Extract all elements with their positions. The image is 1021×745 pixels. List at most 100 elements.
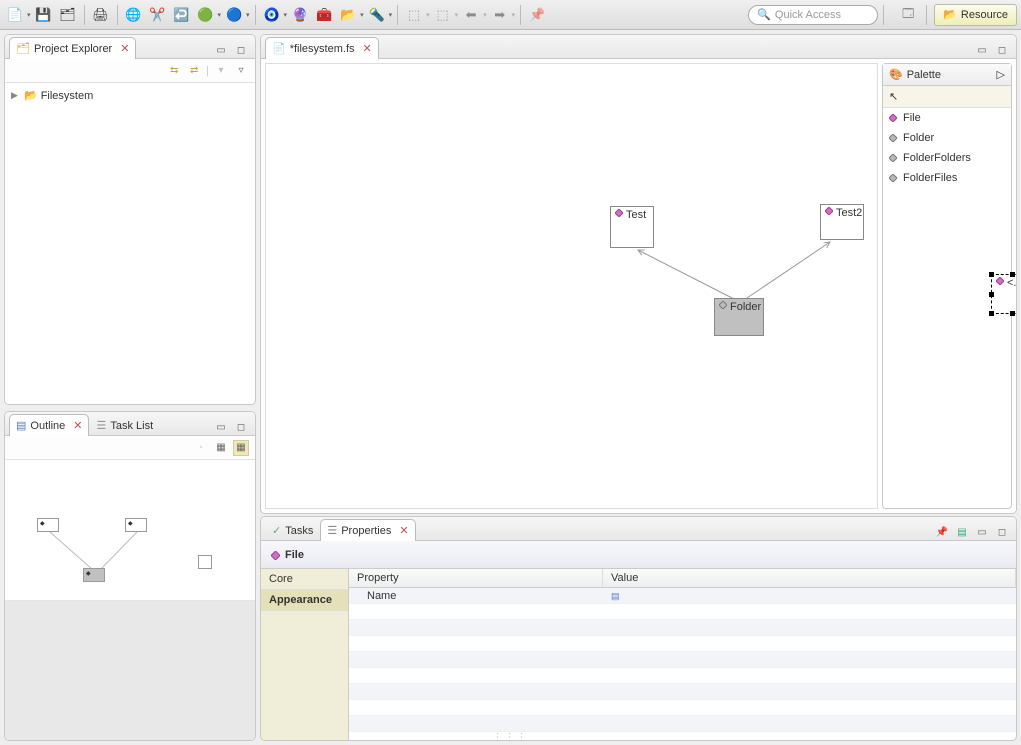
minimize-button[interactable]: ▭ — [974, 524, 990, 540]
cut-button[interactable]: ✂️ — [147, 4, 169, 26]
filter-button[interactable]: ▾ — [213, 63, 229, 79]
diagram-node-test2[interactable]: Test2 — [820, 204, 864, 240]
pin-button[interactable]: 📌 — [526, 4, 548, 26]
outline-btn2[interactable]: ▦ — [213, 440, 229, 456]
view-menu-button[interactable]: ▿ — [233, 63, 249, 79]
diamond-icon — [719, 301, 727, 309]
run-button[interactable]: 🟢 — [195, 4, 217, 26]
properties-cat-appearance[interactable]: Appearance — [261, 590, 348, 611]
maximize-button[interactable]: ◻ — [233, 419, 249, 435]
palette-item-folderfolders[interactable]: FolderFolders — [883, 148, 1011, 168]
palette-item-folder[interactable]: Folder — [883, 128, 1011, 148]
diagram-canvas[interactable]: Test Test2 Folder <...> — [265, 63, 878, 509]
maximize-button[interactable]: ◻ — [994, 524, 1010, 540]
properties-row[interactable]: Name ▤ — [349, 588, 1016, 604]
project-explorer-tab[interactable]: 🗂 Project Explorer ✕ — [9, 37, 136, 59]
outline-node[interactable]: ◆ — [125, 518, 147, 532]
palette-select-tool[interactable]: ↖ — [883, 86, 1011, 108]
categories-button[interactable]: ▤ — [954, 524, 970, 540]
tool3-button[interactable]: 🧰 — [313, 4, 335, 26]
quick-access-input[interactable]: 🔍 Quick Access — [748, 5, 878, 25]
dropdown-icon[interactable]: ▾ — [426, 11, 430, 19]
dropdown-icon[interactable]: ▾ — [389, 11, 393, 19]
folder-icon: 📂 — [943, 8, 957, 21]
close-icon[interactable]: ✕ — [363, 42, 372, 55]
properties-icon: ☰ — [327, 524, 337, 537]
properties-tab[interactable]: ☰ Properties ✕ — [320, 519, 415, 541]
dropdown-icon[interactable]: ▾ — [512, 11, 516, 19]
editor-tab[interactable]: 📄 *filesystem.fs ✕ — [265, 37, 379, 59]
properties-categories: Core Appearance — [261, 569, 349, 740]
tool2-button[interactable]: 🔮 — [289, 4, 311, 26]
open-button[interactable]: 📂 — [337, 4, 359, 26]
outline-tab[interactable]: ▤ Outline ✕ — [9, 414, 89, 436]
dropdown-icon[interactable]: ▾ — [360, 11, 364, 19]
outline-node[interactable] — [198, 555, 212, 569]
tool-button[interactable]: 🧿 — [261, 4, 283, 26]
minimize-button[interactable]: ▭ — [213, 42, 229, 58]
close-icon[interactable]: ✕ — [73, 419, 82, 432]
properties-header-title: File — [285, 549, 304, 561]
property-name: Name — [349, 588, 603, 603]
minimize-button[interactable]: ▭ — [213, 419, 229, 435]
outline-node[interactable]: ◆ — [83, 568, 105, 582]
maximize-button[interactable]: ◻ — [233, 42, 249, 58]
save-button[interactable]: 💾 — [33, 4, 55, 26]
properties-table: Property Value Name ▤ — [349, 569, 1016, 740]
chevron-right-icon[interactable]: ▷ — [997, 68, 1005, 81]
outline-btn3[interactable]: ▦ — [233, 440, 249, 456]
tasklist-tab[interactable]: ☰ Task List — [89, 414, 160, 436]
dropdown-icon[interactable]: ▾ — [218, 11, 222, 19]
properties-cat-core[interactable]: Core — [261, 569, 348, 590]
undo-button[interactable]: ↩️ — [171, 4, 193, 26]
diagram-node-test[interactable]: Test — [610, 206, 654, 248]
diagram-node-new[interactable]: <...> — [991, 274, 1017, 314]
back-button[interactable]: ⬅ — [460, 4, 482, 26]
dropdown-icon[interactable]: ▾ — [284, 11, 288, 19]
search-button[interactable]: 🔦 — [366, 4, 388, 26]
debug-button[interactable]: 🔵 — [223, 4, 245, 26]
dropdown-icon[interactable]: ▾ — [483, 11, 487, 19]
outline-node[interactable]: ◆ — [37, 518, 59, 532]
save-all-button[interactable]: 🗂 — [57, 4, 79, 26]
diamond-icon — [271, 551, 279, 559]
globe-button[interactable]: 🌐 — [123, 4, 145, 26]
tree-item-filesystem[interactable]: ▶ 📂 Filesystem — [11, 87, 249, 104]
maximize-button[interactable]: ◻ — [994, 42, 1010, 58]
dropdown-icon[interactable]: ▾ — [27, 11, 31, 19]
close-icon[interactable]: ✕ — [399, 524, 408, 537]
diagram-node-folder[interactable]: Folder — [714, 298, 764, 336]
sash-handle[interactable]: ⋮⋮⋮ — [493, 732, 529, 743]
properties-col-value[interactable]: Value — [603, 569, 1016, 587]
close-icon[interactable]: ✕ — [120, 42, 129, 55]
diamond-icon — [889, 174, 897, 182]
dropdown-icon[interactable]: ▾ — [455, 11, 459, 19]
palette-item-folderfiles[interactable]: FolderFiles — [883, 168, 1011, 188]
collapse-all-button[interactable]: ⇆ — [166, 63, 182, 79]
outline-canvas[interactable]: ◆ ◆ ◆ — [5, 460, 255, 601]
open-perspective-button[interactable]: 🗔 — [897, 4, 919, 26]
folder-icon: 📂 — [24, 89, 38, 102]
diamond-icon — [996, 277, 1004, 285]
tasks-tab[interactable]: ✓ Tasks — [265, 519, 320, 541]
disclosure-icon[interactable]: ▶ — [11, 90, 21, 101]
nav-button[interactable]: ⬚ — [403, 4, 425, 26]
link-editor-button[interactable]: ⇄ — [186, 63, 202, 79]
dropdown-icon[interactable]: ▾ — [246, 11, 250, 19]
palette-item-file[interactable]: File — [883, 108, 1011, 128]
project-explorer-tree[interactable]: ▶ 📂 Filesystem — [5, 83, 255, 404]
properties-row-empty — [349, 652, 1016, 668]
resource-perspective-button[interactable]: 📂 Resource — [934, 4, 1017, 26]
properties-col-property[interactable]: Property — [349, 569, 603, 587]
tasks-tab-label: Tasks — [285, 525, 313, 537]
property-value[interactable]: ▤ — [603, 588, 1016, 603]
print-button[interactable]: 🖨 — [90, 4, 112, 26]
minimize-button[interactable]: ▭ — [974, 42, 990, 58]
outline-footer — [5, 601, 255, 741]
pin-button[interactable]: 📌 — [934, 524, 950, 540]
outline-btn1[interactable]: ◦ — [193, 440, 209, 456]
new-button[interactable]: 📄 — [4, 4, 26, 26]
forward-button[interactable]: ➡ — [489, 4, 511, 26]
palette-header[interactable]: 🎨 Palette ▷ — [883, 64, 1011, 86]
nav2-button[interactable]: ⬚ — [432, 4, 454, 26]
